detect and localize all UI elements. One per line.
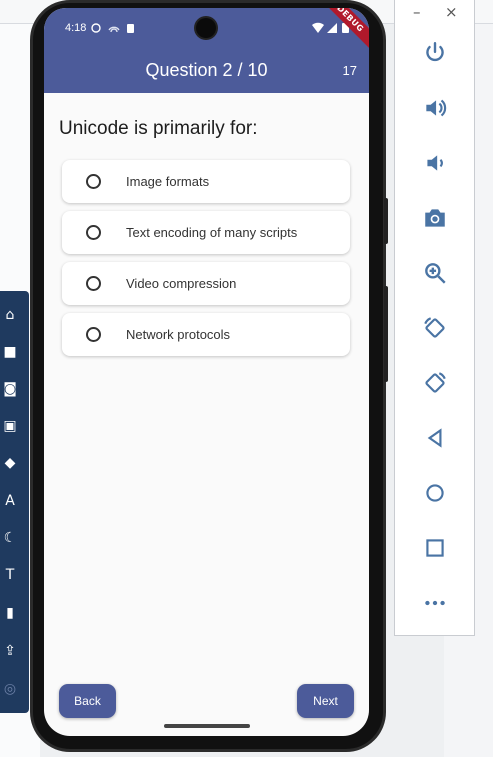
translate-icon[interactable]: A: [0, 491, 20, 511]
next-button[interactable]: Next: [297, 684, 354, 718]
vibrate-icon[interactable]: ▮: [0, 603, 20, 623]
radio-unchecked-icon[interactable]: [86, 327, 101, 342]
screenshot-button[interactable]: [415, 200, 455, 236]
zoom-button[interactable]: [415, 255, 455, 291]
answer-option[interactable]: Text encoding of many scripts: [62, 211, 350, 254]
volume-up-icon: [426, 99, 447, 117]
more-button[interactable]: [415, 585, 455, 621]
status-time: 4:18: [65, 22, 87, 34]
volume-down-button[interactable]: [415, 145, 455, 181]
screen-icon[interactable]: ▣: [0, 416, 20, 436]
question-text: Unicode is primarily for:: [59, 118, 258, 139]
nav-home-button[interactable]: [415, 475, 455, 511]
volume-down-icon: [427, 155, 443, 171]
page-title: Question 2 / 10: [145, 60, 268, 80]
close-button[interactable]: ×: [445, 4, 458, 20]
font-size-icon[interactable]: T: [0, 565, 20, 585]
front-camera: [196, 18, 216, 38]
home-icon: [426, 484, 444, 502]
radio-unchecked-icon[interactable]: [86, 276, 101, 291]
answer-option-label: Network protocols: [126, 327, 231, 342]
status-icons-left: [91, 23, 134, 33]
phone-screen: 4:18 DEBUG Question 2 / 10 17 Unicode is…: [44, 8, 369, 736]
answer-option[interactable]: Network protocols: [62, 313, 350, 356]
back-button[interactable]: Back: [59, 684, 116, 718]
app-bar: 4:18 DEBUG Question 2 / 10 17: [44, 8, 369, 93]
minimize-button[interactable]: –: [413, 4, 421, 20]
status-bar: 4:18 DEBUG: [44, 8, 369, 53]
camera-icon: [425, 209, 445, 227]
timer-counter: 17: [342, 63, 357, 78]
tag-icon[interactable]: ◆: [0, 453, 20, 473]
back-icon: [427, 428, 442, 448]
rotate-left-icon: [424, 317, 445, 338]
power-button[interactable]: [415, 35, 455, 71]
answer-option[interactable]: Video compression: [62, 262, 350, 305]
nav-overview-button[interactable]: [415, 530, 455, 566]
fingerprint-icon[interactable]: ◎: [0, 679, 20, 699]
rotate-right-icon: [425, 372, 446, 393]
more-icon: [425, 600, 445, 606]
left-tool-strip: ⌂ ■ ◙ ▣ ◆ A ☾ T ▮ ⇪ ◎: [0, 291, 29, 713]
upload-icon[interactable]: ⇪: [0, 641, 20, 661]
volume-up-button[interactable]: [415, 90, 455, 126]
phone-power-key: [384, 198, 388, 244]
nav-back-button[interactable]: [415, 420, 455, 456]
radio-unchecked-icon[interactable]: [86, 225, 101, 240]
answer-option-label: Image formats: [126, 174, 210, 189]
phone-volume-key: [384, 286, 388, 382]
overview-icon: [426, 539, 444, 557]
camera-icon[interactable]: ◙: [0, 379, 20, 399]
emulator-side-panel: – ×: [394, 0, 475, 636]
moon-icon[interactable]: ☾: [0, 528, 20, 548]
rotate-right-button[interactable]: [415, 365, 455, 401]
answer-option-label: Text encoding of many scripts: [126, 225, 298, 240]
rotate-left-button[interactable]: [415, 310, 455, 346]
answer-option[interactable]: Image formats: [62, 160, 350, 203]
power-icon: [426, 42, 444, 62]
radio-unchecked-icon[interactable]: [86, 174, 101, 189]
answer-option-label: Video compression: [126, 276, 237, 291]
zoom-in-icon: [425, 263, 446, 284]
home-icon[interactable]: ⌂: [0, 305, 20, 325]
gesture-home-bar[interactable]: [164, 724, 250, 728]
lock-icon[interactable]: ■: [0, 342, 20, 362]
